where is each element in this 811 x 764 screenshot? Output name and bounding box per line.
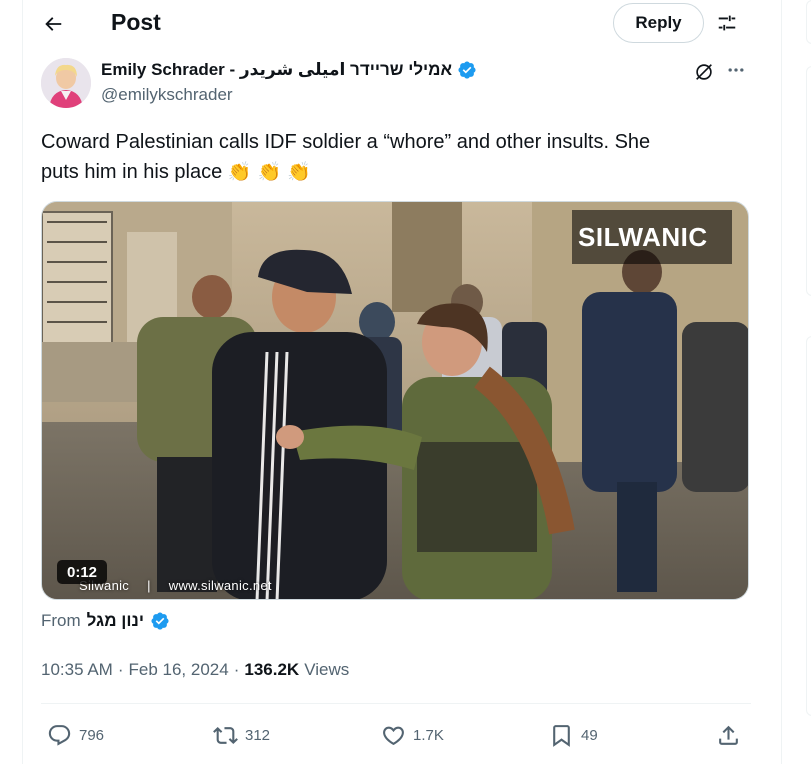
reply-button[interactable]: Reply — [613, 3, 704, 43]
watermark-divider: | — [147, 578, 151, 593]
verified-icon — [151, 612, 169, 630]
like-action[interactable]: 1.7K — [381, 717, 444, 753]
filter-button[interactable] — [710, 6, 744, 40]
right-sidebar-edge — [806, 0, 811, 764]
post-text-line: puts him in his place 👏 👏 👏 — [41, 157, 741, 187]
post-text: Coward Palestinian calls IDF soldier a “… — [41, 127, 741, 187]
author-display-name[interactable]: Emily Schrader - אמילי שריידר اميلى شريد… — [101, 60, 452, 80]
share-icon — [719, 725, 738, 745]
post-header: Post Reply — [22, 0, 782, 48]
author-name-row[interactable]: Emily Schrader - אמילי שריידר اميلى شريد… — [101, 60, 477, 80]
post-meta: 10:35 AM · Feb 16, 2024 · 136.2K Views — [41, 660, 349, 680]
bookmark-count: 49 — [581, 726, 598, 744]
grok-button[interactable] — [692, 60, 716, 84]
post-text-line: Coward Palestinian calls IDF soldier a “… — [41, 131, 651, 153]
grok-icon — [696, 64, 712, 80]
video-player[interactable]: SILWANIC Silwanic | www.silwanic.net 0:1… — [41, 201, 749, 600]
back-button[interactable] — [36, 7, 70, 41]
post-text-line2: puts him in his place — [41, 161, 223, 183]
page-title: Post — [111, 9, 161, 35]
video-watermark-logo: SILWANIC — [572, 210, 732, 264]
views-label: Views — [304, 660, 350, 679]
sidebar-card — [806, 0, 811, 44]
action-bar: 796 312 1.7K 49 — [41, 717, 751, 753]
more-icon — [728, 68, 744, 72]
bookmark-action[interactable]: 49 — [549, 717, 598, 753]
more-options-button[interactable] — [722, 58, 750, 82]
reply-icon — [48, 724, 71, 746]
video-duration-badge: 0:12 — [57, 560, 108, 584]
meta-separator: · — [117, 660, 124, 679]
bookmark-icon — [553, 724, 570, 747]
verified-icon — [458, 61, 476, 79]
reply-count: 796 — [79, 726, 105, 744]
repost-icon — [213, 726, 238, 744]
author-avatar[interactable] — [41, 58, 91, 108]
views-count: 136.2K — [244, 660, 300, 679]
filter-icon — [718, 15, 736, 31]
like-icon — [383, 726, 404, 745]
watermark-site: www.silwanic.net — [168, 578, 272, 593]
avatar-image — [41, 58, 91, 108]
back-arrow-icon — [45, 17, 62, 31]
from-attribution: From ינון מגל — [41, 611, 170, 631]
repost-action[interactable]: 312 — [213, 717, 270, 753]
author-handle[interactable]: @emilykschrader — [101, 85, 233, 105]
divider — [41, 703, 751, 704]
sidebar-card — [806, 66, 811, 296]
from-user-name[interactable]: ינון מגל — [87, 611, 144, 631]
post-time[interactable]: 10:35 AM — [41, 660, 113, 680]
reply-action[interactable]: 796 — [47, 717, 104, 753]
repost-count: 312 — [245, 726, 271, 744]
share-action[interactable] — [716, 717, 741, 753]
post-date[interactable]: Feb 16, 2024 — [129, 660, 229, 680]
meta-separator: · — [233, 660, 240, 679]
from-label: From — [41, 611, 81, 630]
sidebar-card — [806, 336, 811, 716]
clap-emoji: 👏 👏 👏 — [227, 161, 311, 183]
video-watermark-bar: Silwanic | www.silwanic.net — [79, 578, 272, 593]
like-count: 1.7K — [413, 726, 444, 744]
